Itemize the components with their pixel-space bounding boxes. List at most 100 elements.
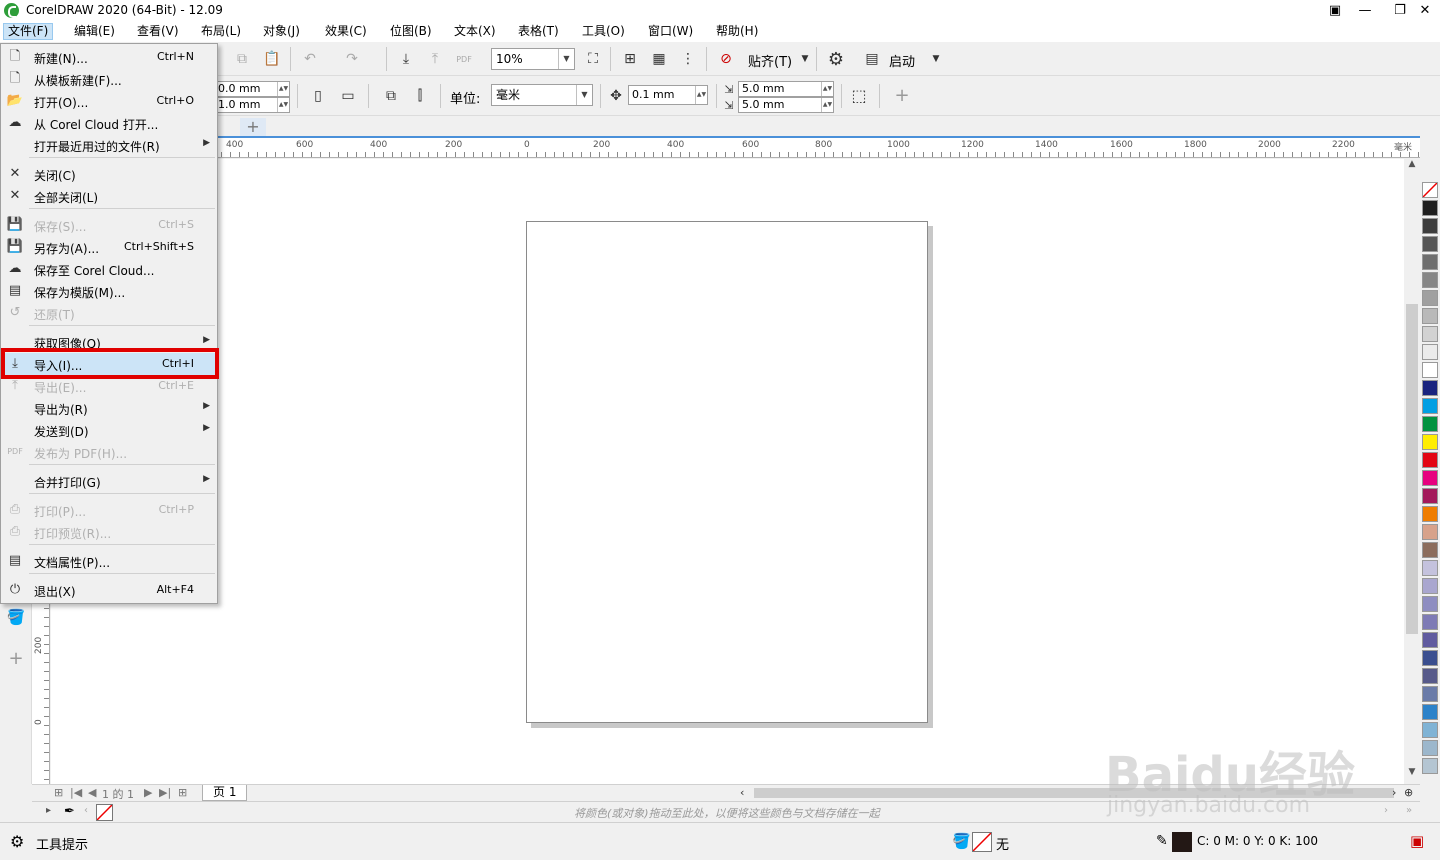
spinner-icon[interactable]: ▲▼ [695,86,707,104]
no-color-swatch[interactable] [1422,182,1438,198]
menu-bitmaps[interactable]: 位图(B) [386,23,436,40]
nudge-field[interactable]: 0.1 mm ▲▼ [628,85,708,105]
palette-swatch[interactable] [1422,758,1438,774]
file-menu-item[interactable]: ☁ 保存至 Corel Cloud... [2,258,216,280]
palette-swatch[interactable] [1422,578,1438,594]
close-button[interactable]: ✕ [1410,0,1440,21]
copy-icon[interactable]: ⧉ [232,49,252,69]
palette-swatch[interactable] [1422,452,1438,468]
palette-swatch[interactable] [1422,740,1438,756]
palette-swatch[interactable] [1422,596,1438,612]
palette-swatch[interactable] [1422,308,1438,324]
account-icon[interactable]: ▣ [1320,0,1350,21]
palette-swatch[interactable] [1422,614,1438,630]
settings-gear-icon[interactable]: ⚙ [10,832,24,851]
first-page-icon[interactable]: |◀ [70,786,82,799]
scroll-right-icon[interactable]: › [1392,786,1396,799]
zoom-navigator-icon[interactable]: ⊕ [1404,786,1413,799]
landscape-icon[interactable]: ▭ [338,86,358,106]
palette-swatch[interactable] [1422,380,1438,396]
menu-object[interactable]: 对象(J) [259,23,304,40]
unit-combo[interactable]: 毫米 ▼ [491,84,593,106]
palette-swatch[interactable] [1422,272,1438,288]
publish-pdf-icon[interactable]: PDF [454,49,474,69]
spinner-icon[interactable]: ▲▼ [277,98,289,112]
file-menu-item[interactable]: ▤ 保存为模版(M)... [2,280,216,302]
color-settings-icon[interactable]: ▣ [1410,832,1424,850]
fill-bucket-icon[interactable]: 🪣 [952,832,971,850]
grid-icon[interactable]: ▦ [649,49,669,69]
launch-dropdown[interactable]: 启动 [889,51,915,70]
duplicate-x-field[interactable]: 5.0 mm ▲▼ [738,81,834,97]
file-menu-item[interactable]: 💾 另存为(A)... Ctrl+Shift+S [2,236,216,258]
file-menu-item[interactable]: 打开最近用过的文件(R) ▶ [2,134,216,156]
palette-scroll-left-icon[interactable]: ‹ [84,805,88,816]
scroll-left-icon[interactable]: ‹ [740,786,744,799]
scroll-down-icon[interactable]: ▼ [1404,767,1420,781]
file-menu-item[interactable]: 🗋 从模板新建(F)... [2,68,216,90]
palette-swatch[interactable] [1422,488,1438,504]
rulers-icon[interactable]: ⊞ [620,49,640,69]
eyedropper-icon[interactable]: ✒ [64,804,75,819]
palette-swatch[interactable] [1422,650,1438,666]
file-menu-item[interactable]: ✕ 全部关闭(L) [2,185,216,207]
spinner-icon[interactable]: ▲▼ [821,82,833,96]
palette-swatch[interactable] [1422,344,1438,360]
drawing-canvas[interactable] [51,159,1404,784]
vertical-scrollbar[interactable]: ▲ ▼ [1404,159,1420,784]
palette-swatch[interactable] [1422,542,1438,558]
file-menu-item[interactable]: ✕ 关闭(C) [2,163,216,185]
menu-help[interactable]: 帮助(H) [712,23,762,40]
chevron-down-icon[interactable]: ▼ [926,49,946,69]
scrollbar-thumb[interactable] [1406,304,1418,634]
palette-swatch[interactable] [1422,398,1438,414]
palette-scroll-right-icon[interactable]: › [1384,805,1388,816]
menu-tools[interactable]: 工具(O) [578,23,629,40]
last-page-icon[interactable]: ▶| [159,786,171,799]
outline-swatch[interactable] [1172,832,1192,852]
snap-off-icon[interactable]: ⊘ [716,49,736,69]
add-page-icon[interactable]: ⊞ [54,786,63,799]
launch-icon[interactable]: ▤ [862,49,882,69]
next-page-icon[interactable]: ▶ [144,786,152,799]
menu-effects[interactable]: 效果(C) [321,23,371,40]
portrait-icon[interactable]: ▯ [308,86,328,106]
menu-view[interactable]: 查看(V) [133,23,183,40]
menu-window[interactable]: 窗口(W) [644,23,697,40]
new-tab-plus-icon[interactable]: + [240,118,266,136]
add-page-end-icon[interactable]: ⊞ [178,786,187,799]
fill-swatch[interactable] [972,832,992,852]
file-menu-item[interactable]: 合并打印(G) ▶ [2,470,216,492]
all-pages-icon[interactable]: ⧉ [381,86,401,106]
file-menu-item[interactable]: 导出为(R) ▶ [2,397,216,419]
palette-swatch[interactable] [1422,200,1438,216]
spinner-icon[interactable]: ▲▼ [821,98,833,112]
palette-swatch[interactable] [1422,218,1438,234]
undo-icon[interactable]: ↶ [300,49,320,69]
width-field[interactable]: 0.0 mm ▲▼ [214,81,290,97]
page-border-icon[interactable]: ⬚ [849,85,869,105]
prev-page-icon[interactable]: ◀ [88,786,96,799]
palette-swatch[interactable] [1422,236,1438,252]
zoom-combo[interactable]: 10% ▼ [491,48,575,70]
menu-table[interactable]: 表格(T) [514,23,563,40]
minimize-button[interactable]: — [1350,0,1380,21]
palette-swatch[interactable] [1422,704,1438,720]
file-menu-item[interactable]: 📂 打开(O)... Ctrl+O [2,90,216,112]
menu-file[interactable]: 文件(F) [3,23,54,40]
palette-swatch[interactable] [1422,416,1438,432]
scroll-up-icon[interactable]: ▲ [1404,159,1420,173]
pen-nib-icon[interactable]: ✎ [1156,833,1168,849]
spinner-icon[interactable]: ▲▼ [277,82,289,96]
paste-icon[interactable]: 📋 [262,49,282,69]
duplicate-y-field[interactable]: 5.0 mm ▲▼ [738,97,834,113]
redo-icon[interactable]: ↷ [342,49,362,69]
palette-swatch[interactable] [1422,326,1438,342]
no-color-doc-swatch[interactable] [96,804,113,821]
height-field[interactable]: 1.0 mm ▲▼ [214,97,290,113]
add-icon[interactable]: + [892,85,912,106]
chevron-down-icon[interactable]: ▼ [558,49,574,69]
palette-swatch[interactable] [1422,290,1438,306]
chevron-down-icon[interactable]: ▼ [576,85,592,105]
palette-swatch[interactable] [1422,362,1438,378]
